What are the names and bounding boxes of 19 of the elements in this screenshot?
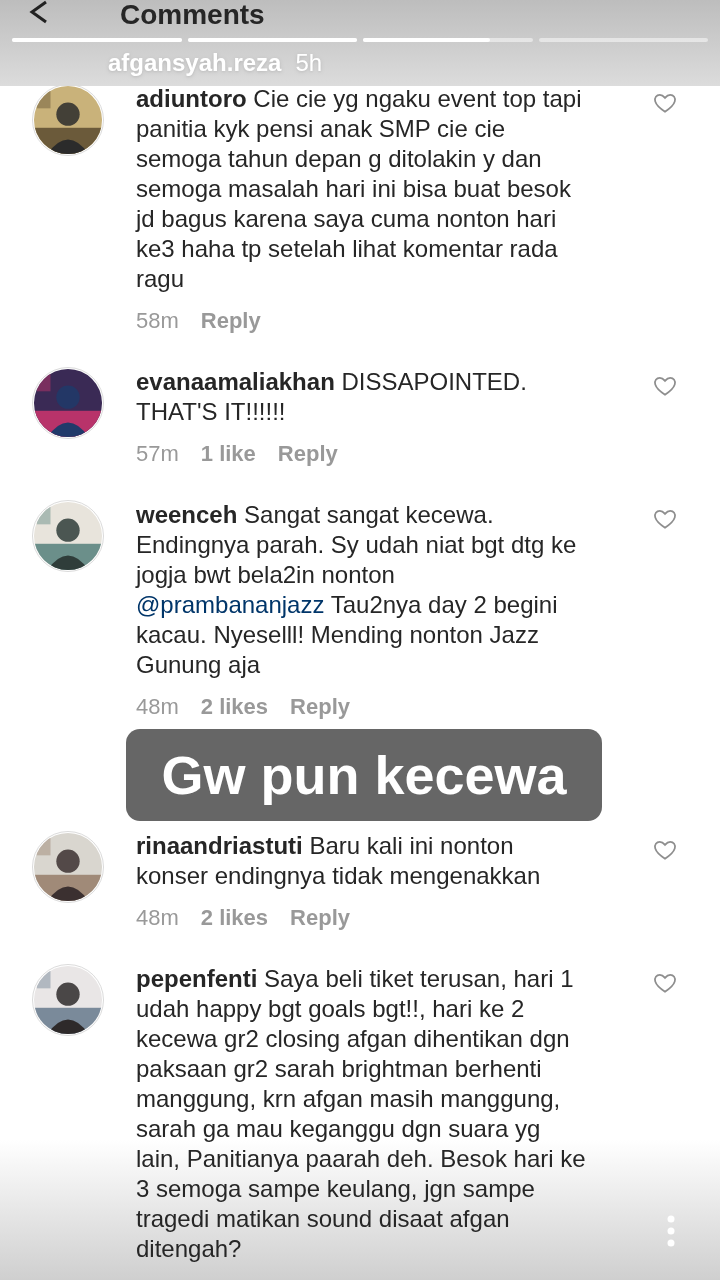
header-title: Comments bbox=[120, 0, 265, 30]
comment-time: 58m bbox=[136, 307, 179, 335]
likes-count[interactable]: 2 likes bbox=[200, 901, 269, 934]
comment-text: pepenfenti Saya beli tiket terusan, hari 1 udah happy bgt goals bgt!!, hari ke 2 kecewa gr2 closing afgan dihentikan dgn paksaan gr2 sarah brightman berhenti manggung, krn afgan masih manggung, sarah ga mau keganggu dgn suara yg lain, Panitianya paarah deh. Besok hari ke 3 semoga sampe keulang, jgn sampe tragedi matikan sound disaat afgan ditengah? bbox=[136, 964, 587, 1264]
likes-count[interactable]: 2 likes bbox=[200, 690, 269, 723]
likes-count[interactable]: 1 like bbox=[200, 437, 256, 470]
comment-text: rinaandriastuti Baru kali ini nonton konser endingnya tidak mengenakkan bbox=[136, 831, 542, 891]
reply-link[interactable]: Reply bbox=[200, 304, 261, 337]
mention-link[interactable]: @prambananjazz bbox=[136, 591, 325, 618]
comment-text: evanaamaliakhan DISSAPOINTED. THAT'S IT!!!!!! bbox=[136, 367, 528, 427]
reply-link[interactable]: Reply bbox=[277, 437, 338, 470]
comment-time: 48m bbox=[136, 693, 179, 721]
comment-time: 48m bbox=[136, 904, 179, 932]
comment-time: 57m bbox=[136, 440, 179, 468]
reply-link[interactable]: Reply bbox=[290, 690, 350, 723]
caption-sticker: Gw pun kecewa bbox=[126, 729, 602, 821]
comment-text: adiuntoro Cie cie yg ngaku event top tapi panitia kyk pensi anak SMP cie cie semoga tahun depan g ditolakin y dan semoga masalah hari ini bisa buat besok jd bagus karena saya cuma nonton hari ke3 haha tp setelah lihat komentar rada ragu bbox=[136, 84, 583, 294]
reply-link[interactable]: Reply bbox=[290, 901, 350, 934]
comment-text: weenceh Sangat sangat kecewa. Endingnya parah. Sy udah niat bgt dtg ke jogja bwt bela2in nonton @prambananjazz Tau2nya day 2 begini kacau. Nyeselll! Mending nonton Jazz Gunung aja bbox=[136, 500, 578, 680]
